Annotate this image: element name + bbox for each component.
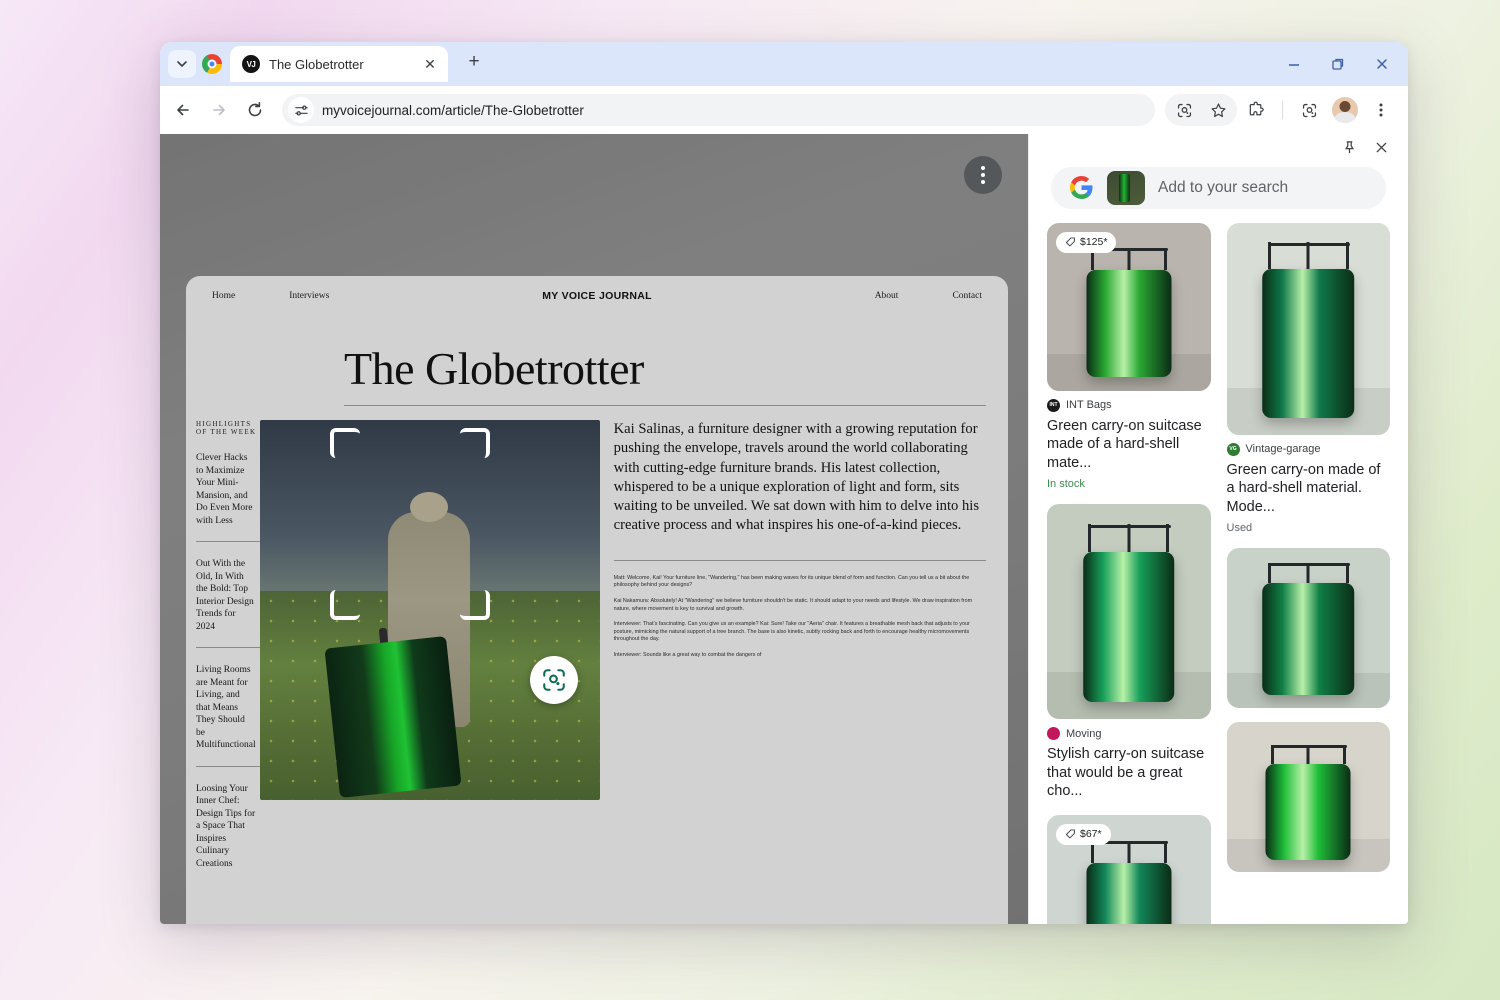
product-title[interactable]: Stylish carry-on suitcase that would be … bbox=[1047, 745, 1211, 801]
tab-favicon: VJ bbox=[242, 55, 260, 73]
product-card[interactable] bbox=[1226, 548, 1390, 709]
lens-results-grid[interactable]: $125* INT INT Bags Green carry-on suitcase … bbox=[1029, 209, 1408, 924]
window-controls bbox=[1274, 42, 1402, 86]
maximize-restore-button[interactable] bbox=[1318, 46, 1358, 82]
minimize-button[interactable] bbox=[1274, 46, 1314, 82]
nav-link-home[interactable]: Home bbox=[212, 291, 235, 301]
lens-side-panel: Add to your search $125* INT INT Bags Green… bbox=[1028, 134, 1408, 924]
highlights-sidebar: HIGHLIGHTS OF THE WEEK Clever Hacks to M… bbox=[186, 420, 260, 884]
merchant-name: Moving bbox=[1066, 727, 1102, 740]
browser-toolbar: myvoicejournal.com/article/The-Globetrot… bbox=[160, 86, 1408, 134]
url-text: myvoicejournal.com/article/The-Globetrot… bbox=[322, 102, 584, 118]
product-card[interactable] bbox=[1226, 722, 1390, 873]
product-card[interactable]: $67*Globe TrottersThe travel suitcase fo… bbox=[1047, 814, 1211, 924]
highlight-item[interactable]: Out With the Old, In With the Bold: Top … bbox=[192, 542, 260, 647]
nav-link-interviews[interactable]: Interviews bbox=[289, 291, 329, 301]
merchant-name: Vintage-garage bbox=[1245, 443, 1321, 456]
interview-paragraph: Matt: Welcome, Kai! Your furniture line,… bbox=[613, 574, 970, 589]
product-image[interactable]: $67* bbox=[1047, 814, 1211, 924]
article-hero-image[interactable] bbox=[259, 420, 600, 800]
product-card[interactable]: VG Vintage-garage Green carry-on made of a… bbox=[1226, 222, 1391, 535]
tab-search-chevron-icon[interactable] bbox=[168, 50, 196, 78]
interview-paragraph: Kai Nakamura: Absolutely! At "Wandering"… bbox=[613, 597, 973, 612]
browser-window: VJ The Globetrotter ✕ + myvoicejournal.c… bbox=[160, 42, 1408, 924]
tab-strip: VJ The Globetrotter ✕ + bbox=[160, 42, 1408, 86]
tab-title: The Globetrotter bbox=[269, 56, 364, 72]
nav-link-about[interactable]: About bbox=[875, 291, 899, 301]
selected-image-thumbnail bbox=[1107, 170, 1145, 205]
merchant-name: INT Bags bbox=[1066, 399, 1112, 412]
forward-arrow-icon[interactable] bbox=[202, 93, 236, 127]
merchant-row: INT INT Bags bbox=[1047, 398, 1211, 412]
puzzle-piece-icon[interactable] bbox=[1239, 93, 1273, 127]
nav-link-contact[interactable]: Contact bbox=[952, 291, 982, 301]
price-tag-icon bbox=[1065, 237, 1075, 247]
stock-status: Used bbox=[1226, 522, 1253, 535]
article-lede: Kai Salinas, a furniture designer with a… bbox=[613, 421, 980, 534]
interview-transcript: Matt: Welcome, Kai! Your furniture line,… bbox=[614, 575, 986, 660]
price-tag-icon bbox=[1065, 829, 1075, 839]
google-lens-panel-icon[interactable] bbox=[1292, 93, 1326, 127]
price-badge: $125* bbox=[1056, 231, 1117, 253]
profile-avatar[interactable] bbox=[1328, 93, 1362, 127]
product-image[interactable] bbox=[1226, 722, 1390, 873]
product-card[interactable]: Moving Stylish carry-on suitcase that wou… bbox=[1047, 504, 1211, 801]
merchant-avatar: INT bbox=[1047, 398, 1060, 412]
interview-paragraph: Interviewer: That's fascinating. Can you… bbox=[613, 621, 970, 643]
browser-content: Home Interviews MY VOICE JOURNAL About C… bbox=[160, 134, 1408, 924]
chrome-logo-icon bbox=[202, 54, 222, 74]
price-text: $67* bbox=[1080, 828, 1102, 841]
article-page: Home Interviews MY VOICE JOURNAL About C… bbox=[186, 276, 1008, 924]
highlight-item[interactable]: Loosing Your Inner Chef: Design Tips for… bbox=[192, 767, 260, 885]
product-title[interactable]: Green carry-on suitcase made of a hard-s… bbox=[1047, 417, 1211, 473]
star-icon[interactable] bbox=[1201, 93, 1235, 127]
lens-bookmark-pill bbox=[1165, 94, 1237, 126]
product-image[interactable] bbox=[1226, 222, 1390, 435]
pin-icon[interactable] bbox=[1336, 135, 1362, 161]
merchant-avatar: VG bbox=[1226, 442, 1240, 456]
toolbar-right-actions bbox=[1165, 93, 1398, 127]
price-badge: $67* bbox=[1056, 823, 1111, 845]
close-window-button[interactable] bbox=[1362, 46, 1402, 82]
site-brand: MY VOICE JOURNAL bbox=[542, 290, 652, 302]
product-image[interactable] bbox=[1226, 548, 1390, 709]
close-panel-icon[interactable] bbox=[1368, 135, 1394, 161]
address-bar[interactable]: myvoicejournal.com/article/The-Globetrot… bbox=[282, 94, 1155, 126]
product-title[interactable]: Green carry-on made of a hard-shell mate… bbox=[1227, 461, 1391, 517]
search-placeholder: Add to your search bbox=[1158, 178, 1289, 196]
add-to-search-bar[interactable]: Add to your search bbox=[1051, 167, 1386, 209]
merchant-row: Moving bbox=[1047, 727, 1211, 741]
highlight-item[interactable]: Clever Hacks to Maximize Your Mini-Mansi… bbox=[192, 436, 260, 541]
merchant-row: VG Vintage-garage bbox=[1226, 442, 1391, 456]
product-card[interactable]: $125* INT INT Bags Green carry-on suitcase … bbox=[1047, 222, 1211, 491]
price-text: $125* bbox=[1080, 236, 1108, 249]
article-divider bbox=[613, 559, 986, 561]
three-dot-menu-icon[interactable] bbox=[1364, 93, 1398, 127]
article-headline: The Globetrotter bbox=[344, 343, 644, 394]
interview-paragraph: Interviewer: Sounds like a great way to … bbox=[613, 651, 762, 658]
product-image[interactable] bbox=[1047, 504, 1211, 720]
lens-search-button[interactable] bbox=[529, 656, 578, 704]
page-overlay-menu-button[interactable] bbox=[964, 156, 1002, 194]
side-panel-header bbox=[1029, 134, 1408, 161]
browser-tab[interactable]: VJ The Globetrotter ✕ bbox=[230, 46, 448, 82]
site-navigation: Home Interviews MY VOICE JOURNAL About C… bbox=[186, 276, 1008, 316]
highlight-item[interactable]: Living Rooms are Meant for Living, and t… bbox=[192, 648, 260, 766]
toolbar-divider bbox=[1282, 101, 1283, 119]
product-image[interactable]: $125* bbox=[1047, 222, 1211, 391]
tab-close-icon[interactable]: ✕ bbox=[420, 54, 440, 74]
google-lens-icon[interactable] bbox=[1167, 93, 1201, 127]
highlights-title: HIGHLIGHTS OF THE WEEK bbox=[196, 420, 257, 436]
merchant-avatar bbox=[1047, 727, 1060, 741]
reload-icon[interactable] bbox=[238, 93, 272, 127]
lens-selection-brackets[interactable] bbox=[329, 428, 490, 620]
site-settings-tune-icon[interactable] bbox=[288, 97, 314, 123]
google-g-icon bbox=[1070, 176, 1093, 200]
web-page-viewport: Home Interviews MY VOICE JOURNAL About C… bbox=[160, 134, 1028, 924]
new-tab-button[interactable]: + bbox=[460, 48, 488, 76]
back-arrow-icon[interactable] bbox=[166, 93, 200, 127]
stock-status: In stock bbox=[1047, 478, 1085, 491]
